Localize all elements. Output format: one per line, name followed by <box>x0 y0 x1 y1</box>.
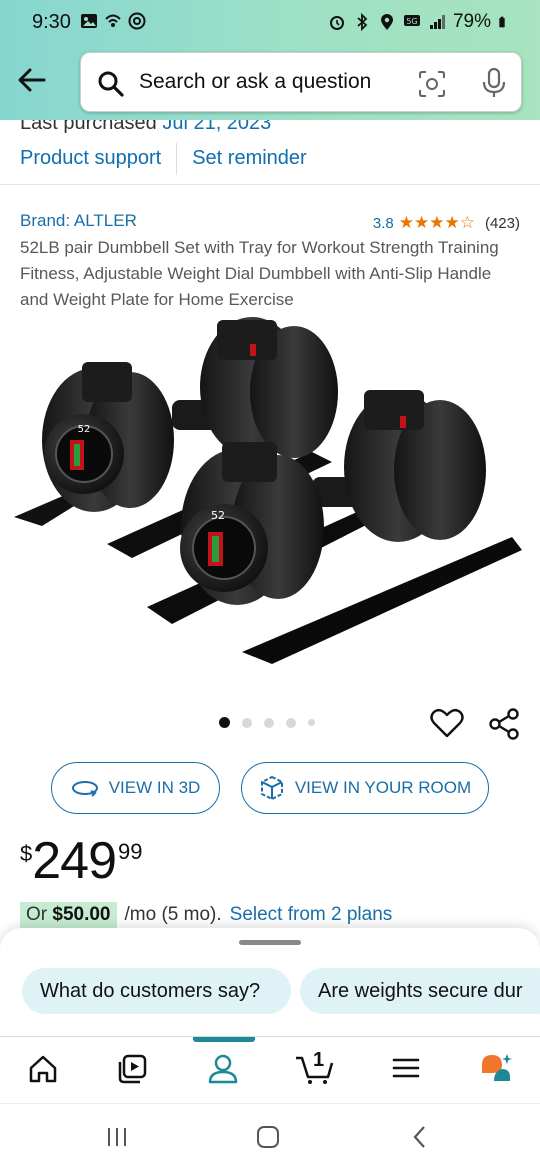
search-icon <box>98 71 124 97</box>
carousel-dot[interactable] <box>286 717 296 728</box>
active-tab-indicator <box>193 1037 255 1042</box>
heart-icon[interactable] <box>430 707 464 739</box>
select-plans-link[interactable]: Select from 2 plans <box>230 904 393 926</box>
product-support-link[interactable]: Product support <box>20 147 161 175</box>
price-fraction: 99 <box>118 839 143 864</box>
suggestion-chip[interactable]: What do customers say? <box>22 968 291 1014</box>
signal-icon <box>429 15 445 29</box>
financing-term: /mo (5 mo). <box>124 904 222 925</box>
image-icon <box>81 14 97 28</box>
view-in-3d-button[interactable]: VIEW IN 3D <box>51 762 220 814</box>
product-links: Product support Set reminder <box>20 143 307 175</box>
video-icon[interactable] <box>117 1053 149 1085</box>
link-divider <box>176 143 178 175</box>
share-icon[interactable] <box>487 707 521 741</box>
menu-icon[interactable] <box>391 1053 421 1083</box>
camera-icon[interactable] <box>417 69 447 99</box>
dial-label-back: 52 <box>78 424 91 435</box>
rating-summary[interactable]: 3.8 ★★★★☆ (423) <box>373 213 520 233</box>
suggestion-sheet: What do customers say? Are weights secur… <box>0 928 540 1036</box>
rating-value: 3.8 <box>372 214 394 232</box>
financing-highlight: Or $50.00 <box>20 902 117 928</box>
carousel-dot[interactable] <box>308 719 315 726</box>
sheet-drag-handle[interactable] <box>239 940 301 945</box>
home-icon[interactable] <box>27 1053 59 1085</box>
star-rating-icon: ★★★★☆ <box>398 213 475 232</box>
status-bar: 9:30 5G 79% <box>0 0 540 46</box>
suggestion-chip[interactable]: Are weights secure dur <box>300 968 540 1014</box>
dial-label-front: 52 <box>211 509 225 522</box>
section-divider <box>0 184 540 185</box>
home-button-icon[interactable] <box>255 1124 281 1150</box>
ar-cube-icon <box>260 775 283 801</box>
status-time: 9:30 <box>32 11 71 33</box>
back-arrow-icon[interactable] <box>14 62 50 98</box>
view-in-room-button[interactable]: VIEW IN YOUR ROOM <box>241 762 489 814</box>
view-in-3d-label: VIEW IN 3D <box>108 778 201 797</box>
alarm-icon <box>329 16 344 30</box>
price-symbol: $ <box>20 841 33 866</box>
search-input[interactable]: Search or ask a question <box>139 70 371 94</box>
bottom-navigation: 1 <box>0 1037 540 1103</box>
brand-link[interactable]: Brand: ALTLER <box>20 211 137 231</box>
price: $ 249 99 <box>20 833 143 889</box>
svg-text:5G: 5G <box>406 17 417 26</box>
nfc-icon <box>128 12 146 30</box>
cart-count: 1 <box>313 1049 325 1071</box>
rotate-3d-icon <box>71 781 98 797</box>
product-title: 52LB pair Dumbbell Set with Tray for Wor… <box>20 238 499 309</box>
image-carousel-dots[interactable] <box>219 717 315 728</box>
wifi-calling-icon <box>105 14 121 27</box>
battery-icon <box>499 16 505 28</box>
location-icon <box>380 14 393 30</box>
battery-percent: 79% <box>452 11 491 32</box>
rufus-assistant-icon[interactable] <box>478 1051 514 1085</box>
carousel-dot[interactable] <box>264 717 274 728</box>
review-count: (423) <box>484 214 520 232</box>
financing-amount: $50.00 <box>52 904 111 925</box>
carousel-dot[interactable] <box>219 717 230 728</box>
bluetooth-icon <box>357 13 368 31</box>
set-reminder-link[interactable]: Set reminder <box>192 147 307 175</box>
system-navigation <box>0 1103 540 1170</box>
price-whole: 249 <box>32 832 117 890</box>
carousel-dot[interactable] <box>242 717 252 728</box>
account-icon[interactable] <box>207 1053 239 1085</box>
5g-icon: 5G <box>403 15 420 26</box>
view-in-room-label: VIEW IN YOUR ROOM <box>294 778 472 797</box>
product-image[interactable]: 52 52 <box>12 312 528 672</box>
microphone-icon[interactable] <box>481 67 507 99</box>
financing-prefix: Or <box>26 904 48 925</box>
financing-offer: Or $50.00 /mo (5 mo). Select from 2 plan… <box>20 902 392 928</box>
recent-apps-icon[interactable] <box>104 1124 130 1150</box>
system-back-icon[interactable] <box>408 1124 432 1150</box>
search-bar[interactable]: Search or ask a question <box>80 52 522 112</box>
